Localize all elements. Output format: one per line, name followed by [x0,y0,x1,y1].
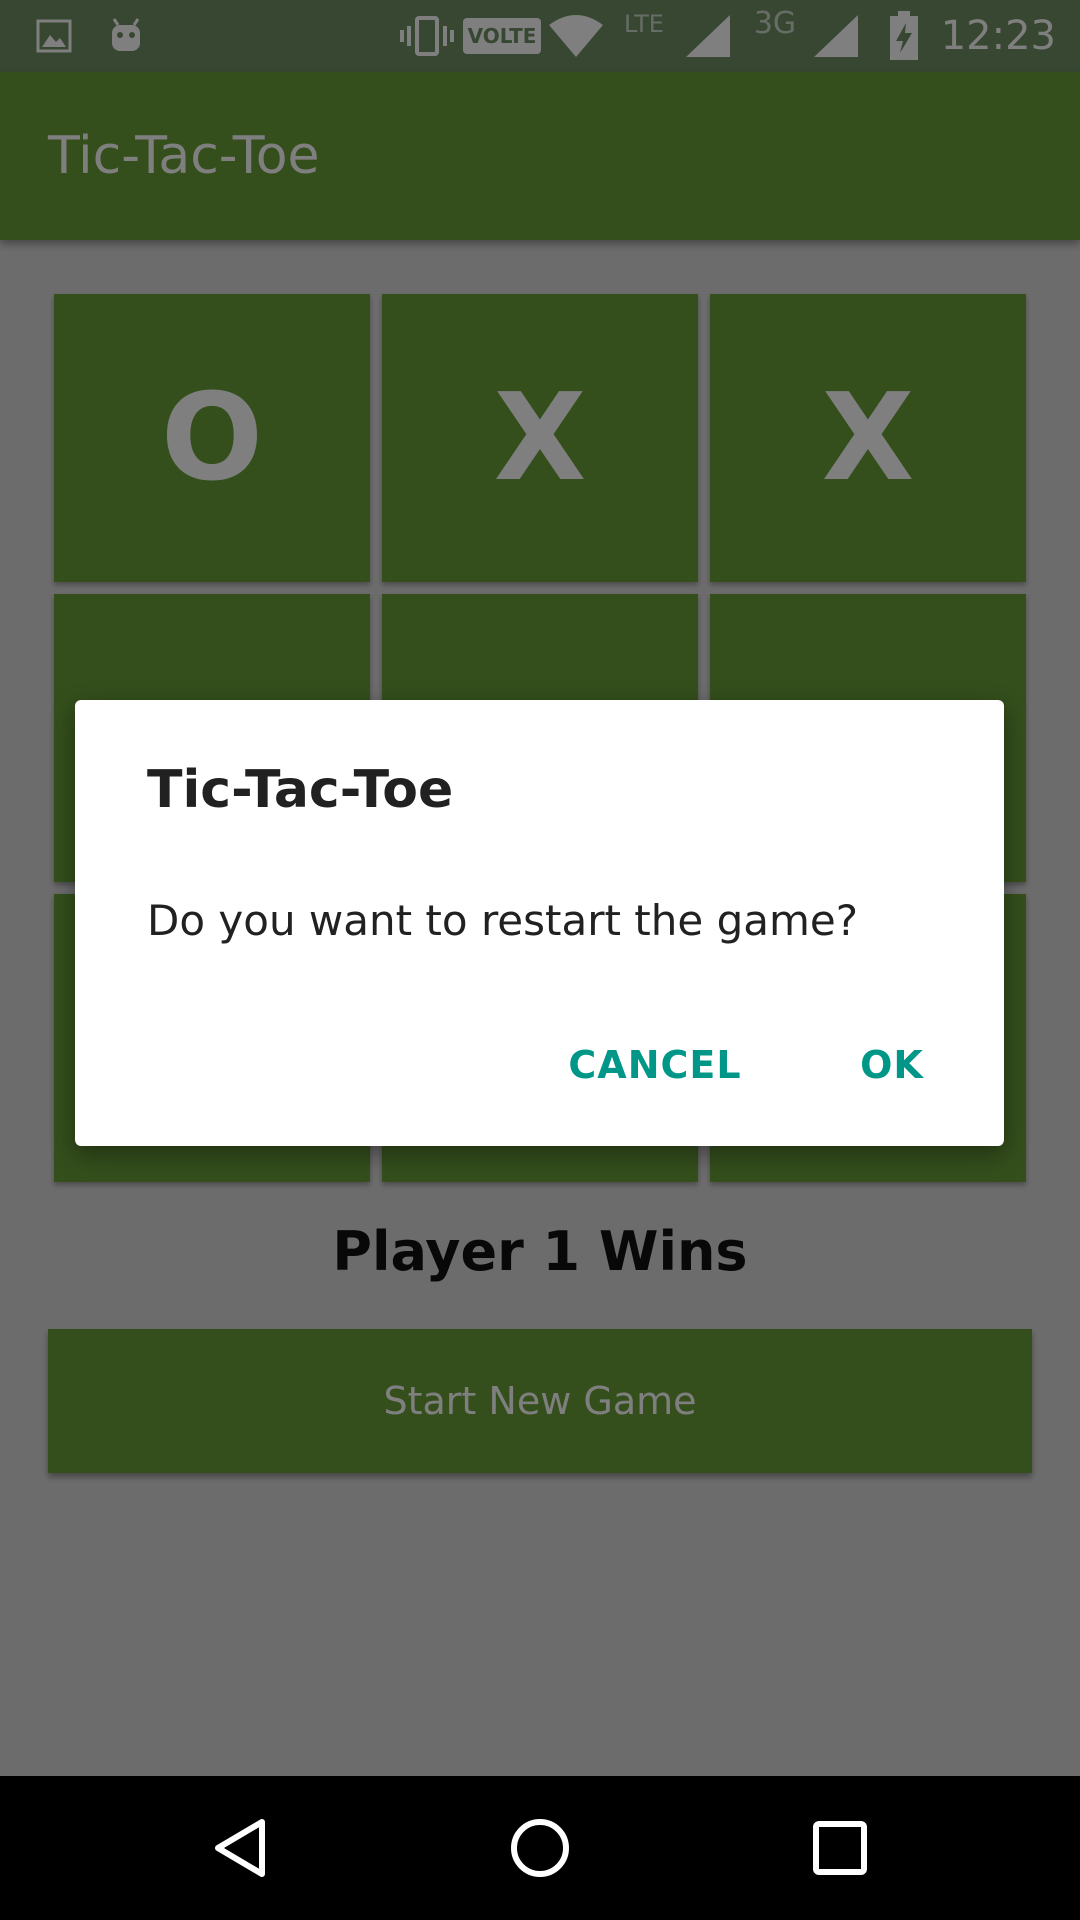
dialog-title: Tic-Tac-Toe [147,760,454,820]
back-icon[interactable] [160,1776,320,1920]
ok-button[interactable]: OK [837,1020,947,1110]
recents-icon[interactable] [760,1776,920,1920]
dialog-message: Do you want to restart the game? [147,896,859,945]
restart-dialog: Tic-Tac-Toe Do you want to restart the g… [75,700,1004,1146]
navigation-bar [0,1776,1080,1920]
cancel-button[interactable]: CANCEL [555,1020,755,1110]
home-icon[interactable] [460,1776,620,1920]
